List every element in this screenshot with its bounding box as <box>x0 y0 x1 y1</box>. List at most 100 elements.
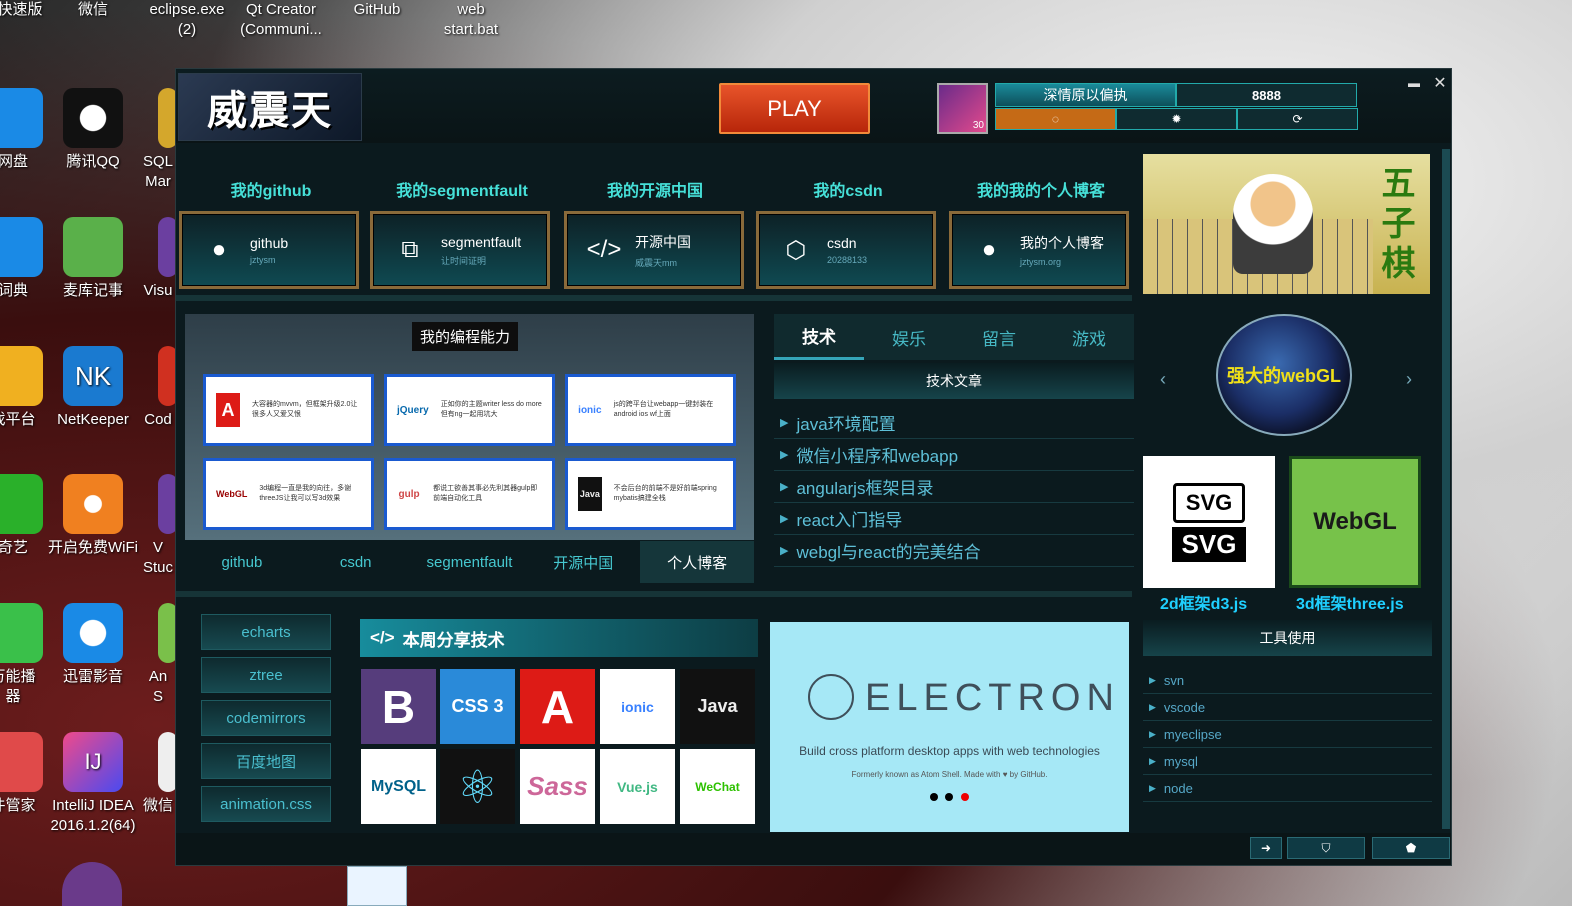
app-window: 威震天 PLAY 30 深情原以偏执 8888 ◌ ✹ ⟳ ▬ ✕ 我的gith… <box>175 68 1452 866</box>
caret-right-icon: ▶ <box>780 545 789 557</box>
angular-tile[interactable]: A <box>520 669 595 744</box>
site-heading: 我的segmentfault <box>396 183 528 200</box>
tab-tech[interactable]: 技术 <box>774 314 864 360</box>
site-card-blog[interactable]: ● 我的个人博客 jztysm.org <box>949 211 1129 289</box>
avatar-level: 30 <box>972 120 984 131</box>
article-item[interactable]: ▶ react入门指导 <box>774 503 1134 535</box>
desktop-icon[interactable]: GitHub <box>332 0 422 20</box>
settings-icon[interactable]: ✹ <box>1116 108 1237 130</box>
site-card-github[interactable]: ● github jztysm <box>179 211 359 289</box>
d3-caption[interactable]: 2d框架d3.js <box>1160 590 1247 614</box>
mysql-tile[interactable]: MySQL <box>361 749 436 824</box>
game-icon <box>0 346 43 406</box>
site-card-oschina[interactable]: </> 开源中国 威震天mm <box>564 211 744 289</box>
webgl-card[interactable]: WebGL <box>1289 456 1421 588</box>
carousel-dot[interactable] <box>930 793 938 801</box>
article-item[interactable]: ▶ webgl与react的完美结合 <box>774 535 1134 567</box>
skill-card[interactable]: ionic js的跨平台让webapp一键封装在android ios wf上面 <box>565 374 736 446</box>
skill-card[interactable]: jQuery 正如你的主题writer less do more但有ng一起用坑大 <box>384 374 555 446</box>
java-tile[interactable]: Java <box>680 669 755 744</box>
scrollbar-thumb[interactable] <box>1442 149 1450 829</box>
tool-item[interactable]: ▶ myeclipse <box>1143 721 1432 748</box>
desktop-icon[interactable]: NK NetKeeper <box>48 346 138 430</box>
lib-codemirrors[interactable]: codemirrors <box>201 700 331 736</box>
skill-card[interactable]: Java 不会后台的前端不是好前端spring mybatis搞建全栈 <box>565 458 736 530</box>
tools-list: ▶ svn ▶ vscode ▶ myeclipse ▶ mysql ▶ node <box>1143 667 1432 802</box>
desktop-icon[interactable]: web start.bat <box>426 0 516 40</box>
link-oschina[interactable]: 开源中国 <box>526 541 640 583</box>
vue-tile[interactable]: Vue.js <box>600 749 675 824</box>
minimize-button[interactable]: ▬ <box>1404 73 1424 93</box>
desktop-icon[interactable]: Qt Creator (Communi... <box>236 0 326 40</box>
sass-tile[interactable]: Sass <box>520 749 595 824</box>
desktop-icon[interactable]: 开启免费WiFi <box>48 474 138 558</box>
gulp-icon: gulp <box>398 488 420 500</box>
gomoku-banner[interactable]: 五子棋 <box>1143 154 1430 294</box>
tool-item[interactable]: ▶ vscode <box>1143 694 1432 721</box>
desktop-icon[interactable]: 麦库记事 <box>48 217 138 301</box>
angular-icon: A <box>216 393 240 427</box>
tab-game[interactable]: 游戏 <box>1044 314 1134 360</box>
webgl-icon: WebGL <box>216 489 248 499</box>
article-item[interactable]: ▶ angularjs框架目录 <box>774 471 1134 503</box>
tool-item[interactable]: ▶ mysql <box>1143 748 1432 775</box>
share-title: </> 本周分享技术 <box>360 619 758 657</box>
article-list: ▶ java环境配置 ▶ 微信小程序和webapp ▶ angularjs框架目录 ▶… <box>774 407 1134 567</box>
forward-icon[interactable]: ➜ <box>1250 837 1282 859</box>
bootstrap-tile[interactable]: B <box>361 669 436 744</box>
tab-section-title: 技术文章 <box>774 363 1134 399</box>
react-tile[interactable]: ⚛ <box>440 749 515 824</box>
electron-banner[interactable]: ELECTRON Build cross platform desktop ap… <box>770 622 1129 832</box>
android-icon[interactable]: ⬟ <box>1372 837 1450 859</box>
prev-arrow-icon[interactable]: ‹ <box>1160 369 1166 390</box>
next-arrow-icon[interactable]: › <box>1406 369 1412 390</box>
scrollbar[interactable] <box>1442 149 1450 829</box>
codepen-icon: ⬡ <box>785 236 807 264</box>
article-item[interactable]: ▶ 微信小程序和webapp <box>774 439 1134 471</box>
tab-message[interactable]: 留言 <box>954 314 1044 360</box>
caret-right-icon: ▶ <box>780 481 789 493</box>
article-item[interactable]: ▶ java环境配置 <box>774 407 1134 439</box>
tool-item[interactable]: ▶ svn <box>1143 667 1432 694</box>
three-caption[interactable]: 3d框架three.js <box>1296 590 1404 614</box>
tab-entertainment[interactable]: 娱乐 <box>864 314 954 360</box>
lib-ztree[interactable]: ztree <box>201 657 331 693</box>
link-segmentfault[interactable]: segmentfault <box>413 541 527 583</box>
carousel-dot[interactable] <box>961 793 969 801</box>
svg-card[interactable]: SVG SVG <box>1143 456 1275 588</box>
webgl-globe[interactable]: 强大的webGL <box>1216 314 1352 436</box>
refresh-icon[interactable]: ⟳ <box>1237 108 1358 130</box>
carousel-dot[interactable] <box>945 793 953 801</box>
site-card-segmentfault[interactable]: ⧉ segmentfault 让时间证明 <box>370 211 550 289</box>
play-button[interactable]: PLAY <box>719 83 870 134</box>
divider <box>176 591 1132 597</box>
caret-right-icon: ▶ <box>1149 674 1156 685</box>
note-icon <box>63 217 123 277</box>
lib-baidu-map[interactable]: 百度地图 <box>201 743 331 779</box>
avatar[interactable]: 30 <box>937 83 988 134</box>
skill-card[interactable]: A 大容器的mvvm，但框架升级2.0让很多人又爱又恨 <box>203 374 374 446</box>
lib-echarts[interactable]: echarts <box>201 614 331 650</box>
link-github[interactable]: github <box>185 541 299 583</box>
site-card-csdn[interactable]: ⬡ csdn 20288133 <box>756 211 936 289</box>
loading-button[interactable]: ◌ <box>995 108 1116 130</box>
desktop-icon[interactable]: 微信 <box>48 0 138 20</box>
java-icon: Java <box>578 477 602 511</box>
close-button[interactable]: ✕ <box>1430 73 1450 93</box>
ionic-tile[interactable]: ionic <box>600 669 675 744</box>
css3-tile[interactable]: CSS 3 <box>440 669 515 744</box>
electron-title: ELECTRON <box>865 677 1120 719</box>
github-icon: ● <box>981 236 997 263</box>
wifi-icon <box>63 474 123 534</box>
lib-animation-css[interactable]: animation.css <box>201 786 331 822</box>
skill-card[interactable]: gulp 都说工欲善其事必先利其器gulp即前端自动化工具 <box>384 458 555 530</box>
wechat-tile[interactable]: WeChat <box>680 749 755 824</box>
desktop-icon-partial[interactable] <box>347 866 407 906</box>
link-blog[interactable]: 个人博客 <box>640 541 754 583</box>
desktop-icon[interactable]: 迅雷影音 <box>48 603 138 687</box>
skill-card[interactable]: WebGL 3d编程一直是我的向往，多谢threeJS让我可以写3d效果 <box>203 458 374 530</box>
link-csdn[interactable]: csdn <box>299 541 413 583</box>
tool-item[interactable]: ▶ node <box>1143 775 1432 802</box>
desktop-icon[interactable]: eclipse.exe (2) <box>142 0 232 40</box>
html5-icon[interactable]: ⛉ <box>1287 837 1365 859</box>
